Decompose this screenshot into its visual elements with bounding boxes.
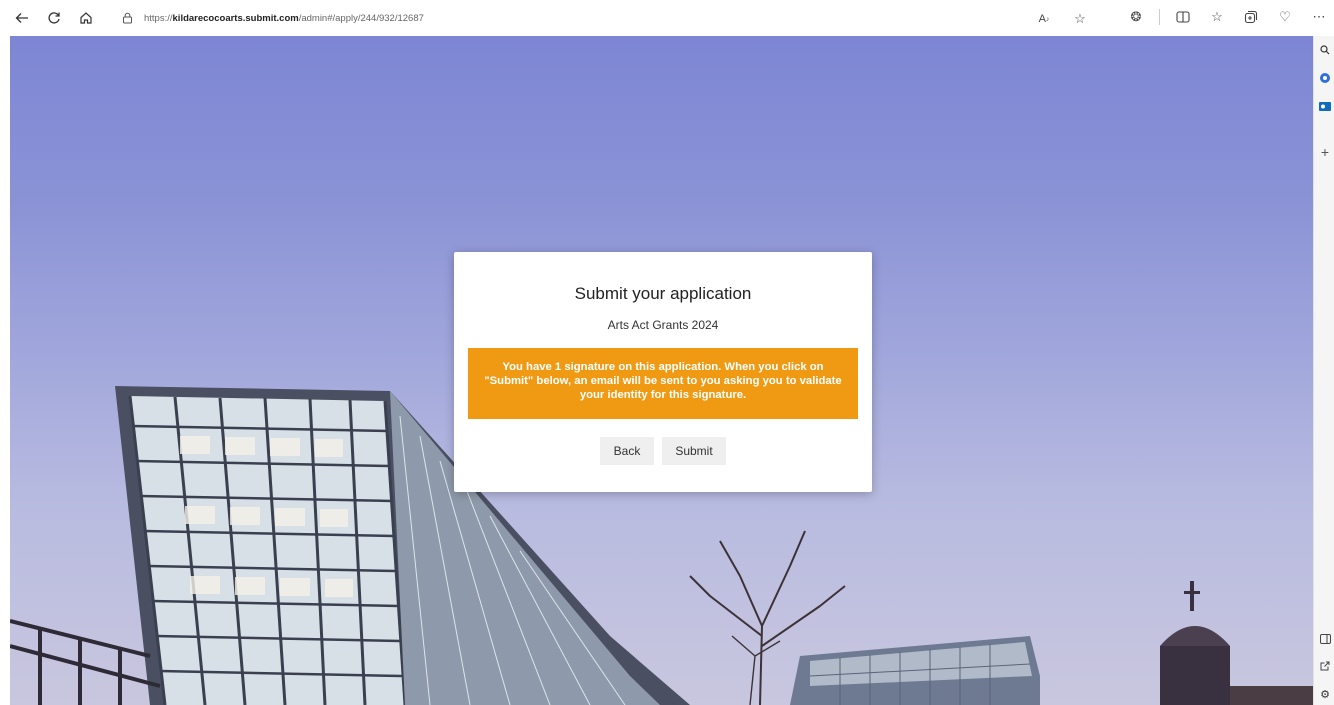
toolbar-actions: ❂ ☆ ♡ ⋯	[1125, 6, 1334, 28]
lock-icon[interactable]	[120, 11, 134, 25]
settings-icon[interactable]: ⚙	[1317, 686, 1333, 702]
shopping-icon[interactable]	[1317, 70, 1333, 86]
railing	[10, 619, 161, 705]
dialog-title: Submit your application	[574, 284, 752, 303]
submit-application-dialog: Submit your application Arts Act Grants …	[454, 252, 872, 492]
submit-button[interactable]: Submit	[662, 437, 726, 465]
search-icon[interactable]	[1317, 42, 1333, 58]
favorite-star-icon[interactable]: ☆	[1069, 8, 1091, 30]
edge-sidebar: + ⚙	[1313, 36, 1334, 705]
back-icon[interactable]	[10, 6, 34, 30]
outlook-icon[interactable]	[1317, 98, 1333, 114]
url-text: https://kildarecocoarts.submit.com/admin…	[144, 12, 424, 24]
read-aloud-icon[interactable]: A ♪	[1033, 8, 1055, 30]
toolbar-divider	[1159, 9, 1160, 25]
add-icon[interactable]: +	[1317, 144, 1333, 160]
back-button[interactable]: Back	[600, 437, 654, 465]
dialog-buttons: Back Submit	[454, 437, 872, 465]
collections-icon[interactable]	[1240, 6, 1262, 28]
performance-icon[interactable]: ♡	[1274, 6, 1296, 28]
church-tower	[1160, 581, 1313, 705]
browser-toolbar: https://kildarecocoarts.submit.com/admin…	[0, 0, 1334, 36]
address-bar[interactable]: https://kildarecocoarts.submit.com/admin…	[108, 4, 1103, 32]
favorites-icon[interactable]: ☆	[1206, 6, 1228, 28]
external-icon[interactable]	[1317, 658, 1333, 674]
dialog-subtitle: Arts Act Grants 2024	[607, 318, 719, 332]
signature-alert: You have 1 signature on this application…	[468, 348, 858, 419]
refresh-icon[interactable]	[42, 6, 66, 30]
lower-glass-building	[790, 636, 1040, 705]
split-screen-icon[interactable]	[1172, 6, 1194, 28]
extensions-icon[interactable]: ❂	[1125, 6, 1147, 28]
nav-buttons	[10, 6, 98, 30]
sidebar-toggle-icon[interactable]	[1317, 631, 1333, 647]
more-icon[interactable]: ⋯	[1308, 6, 1330, 28]
home-icon[interactable]	[74, 6, 98, 30]
